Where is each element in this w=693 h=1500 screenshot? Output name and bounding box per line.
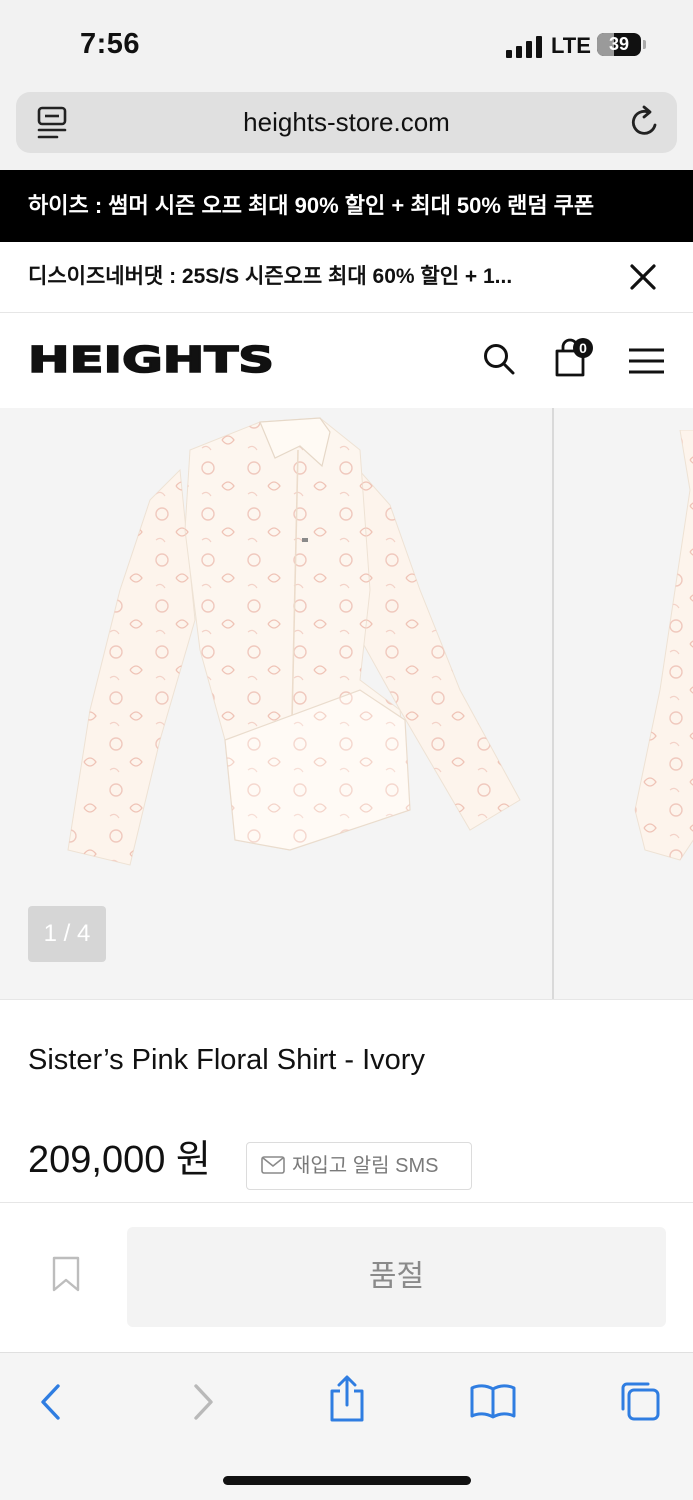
mail-icon xyxy=(261,1156,285,1174)
search-icon[interactable] xyxy=(482,342,516,376)
secondary-banner-text: 디스이즈네버댓 : 25S/S 시즌오프 최대 60% 할인 + 1... xyxy=(28,265,513,288)
status-time: 7:56 xyxy=(80,28,141,60)
reader-icon[interactable] xyxy=(37,106,67,140)
reload-icon[interactable] xyxy=(629,105,661,139)
promo-banner-text: 하이츠 : 썸머 시즌 오프 최대 90% 할인 + 최대 50% 랜덤 쿠폰 xyxy=(28,193,595,218)
product-name: Sister’s Pink Floral Shirt - Ivory xyxy=(28,1044,425,1076)
divider xyxy=(0,1202,693,1203)
secondary-banner[interactable]: 디스이즈네버댓 : 25S/S 시즌오프 최대 60% 할인 + 1... xyxy=(0,242,693,313)
back-arrow-icon[interactable] xyxy=(38,1383,64,1421)
network-type: LTE xyxy=(551,33,591,58)
heights-logo[interactable]: HEIGHTS xyxy=(28,341,274,377)
url-text[interactable]: heights-store.com xyxy=(0,92,693,153)
soldout-button[interactable]: 품절 xyxy=(127,1227,666,1327)
restock-sms-button[interactable]: 재입고 알림 SMS xyxy=(246,1142,472,1190)
battery-nub xyxy=(643,40,646,49)
cellular-signal-icon xyxy=(506,36,542,58)
close-icon[interactable] xyxy=(628,262,658,292)
promo-banner[interactable]: 하이츠 : 썸머 시즌 오프 최대 90% 할인 + 최대 50% 랜덤 쿠폰 xyxy=(0,170,693,242)
battery-level: 39 xyxy=(608,34,630,54)
battery-icon: 39 xyxy=(597,33,641,56)
bookmarks-book-icon[interactable] xyxy=(469,1383,517,1419)
logo-text: HEIGHTS xyxy=(28,341,274,377)
forward-arrow-icon[interactable] xyxy=(190,1383,216,1421)
shopping-bag-icon[interactable]: 0 xyxy=(552,337,596,379)
next-product-image-peek[interactable] xyxy=(620,430,693,870)
cart-count: 0 xyxy=(579,340,587,356)
tabs-icon[interactable] xyxy=(618,1379,662,1423)
menu-icon[interactable] xyxy=(628,346,665,376)
gallery-slide-divider xyxy=(552,408,554,999)
product-image[interactable] xyxy=(60,410,530,870)
bookmark-icon[interactable] xyxy=(52,1256,80,1292)
product-price: 209,000 원 xyxy=(28,1139,211,1181)
image-counter: 1 / 4 xyxy=(28,906,106,962)
home-indicator[interactable] xyxy=(223,1476,471,1485)
share-icon[interactable] xyxy=(327,1375,367,1423)
restock-sms-label: 재입고 알림 SMS xyxy=(292,1155,439,1177)
